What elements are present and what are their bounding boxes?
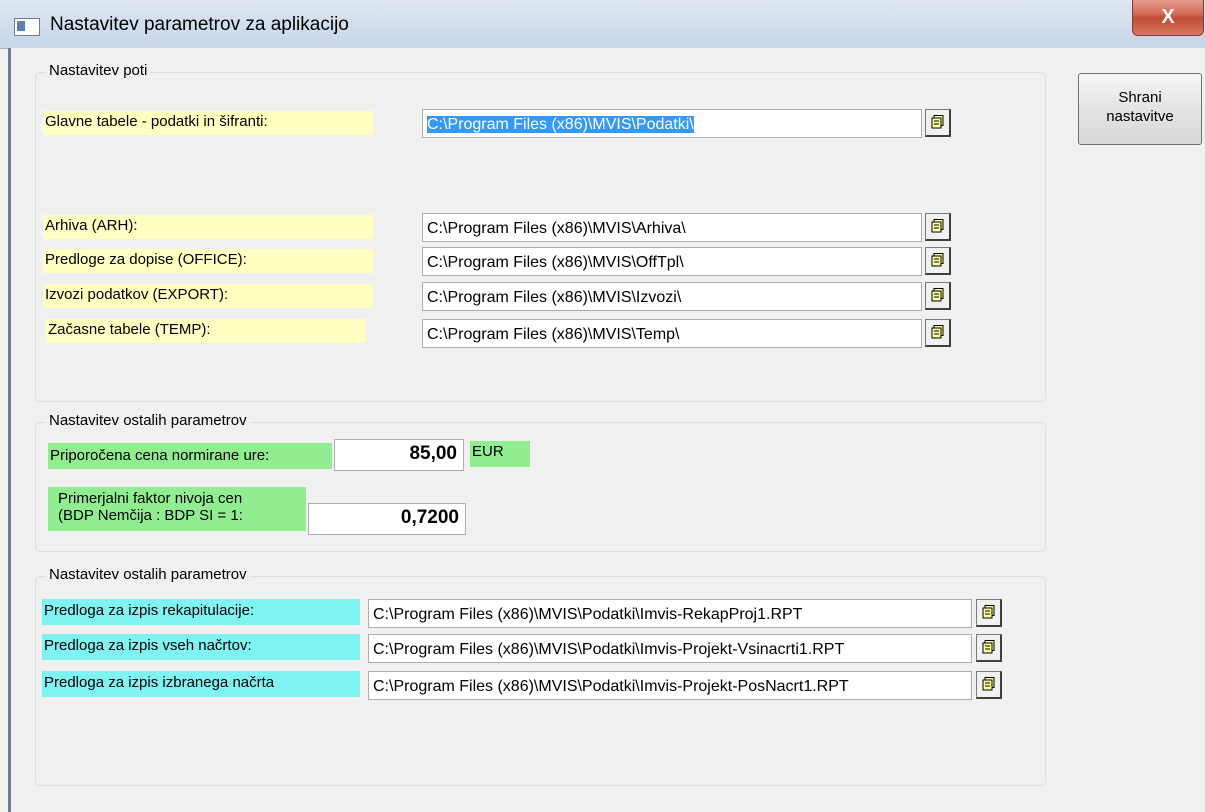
price-factor-input[interactable]: 0,7200 (308, 503, 466, 535)
folder-browse-icon (931, 288, 944, 302)
app-window-icon (14, 18, 40, 36)
export-label: Izvozi podatkov (EXPORT): (43, 284, 373, 308)
recap-template-path-input[interactable]: C:\Program Files (x86)\MVIS\Podatki\Imvi… (368, 599, 972, 628)
archive-label: Arhiva (ARH): (43, 215, 373, 239)
price-label: Priporočena cena normirane ure: (48, 443, 332, 469)
save-settings-button[interactable]: Shrani nastavitve (1078, 73, 1202, 145)
paths-group: Nastavitev poti Glavne tabele - podatki … (35, 62, 1046, 402)
folder-browse-icon (982, 640, 995, 654)
price-factor-label-line2: (BDP Nemčija : BDP SI = 1: (58, 507, 243, 524)
save-button-label-line2: nastavitve (1106, 108, 1174, 125)
all-drafts-template-browse-button[interactable] (976, 634, 1002, 662)
folder-browse-icon (931, 325, 944, 339)
recap-template-label: Predloga za izpis rekapitulacije: (42, 599, 360, 625)
price-unit-label: EUR (470, 441, 530, 467)
office-templates-browse-button[interactable] (925, 247, 951, 275)
reports-group-legend: Nastavitev ostalih parametrov (46, 566, 250, 583)
main-tables-label: Glavne tabele - podatki in šifranti: (43, 111, 373, 135)
selected-draft-template-browse-button[interactable] (976, 671, 1002, 699)
folder-browse-icon (982, 677, 995, 691)
selected-draft-template-label: Predloga za izpis izbranega načrta (42, 671, 360, 697)
temp-browse-button[interactable] (925, 319, 951, 347)
office-templates-path-input[interactable]: C:\Program Files (x86)\MVIS\OffTpl\ (422, 247, 922, 276)
folder-browse-icon (982, 605, 995, 619)
folder-browse-icon (931, 253, 944, 267)
archive-path-input[interactable]: C:\Program Files (x86)\MVIS\Arhiva\ (422, 213, 922, 242)
folder-browse-icon (931, 219, 944, 233)
main-tables-path-input[interactable]: C:\Program Files (x86)\MVIS\Podatki\ (422, 109, 922, 138)
window-title: Nastavitev parametrov za aplikacijo (50, 14, 349, 35)
main-tables-browse-button[interactable] (925, 109, 951, 137)
folder-browse-icon (931, 115, 944, 129)
reports-group: Nastavitev ostalih parametrov Predloga z… (35, 566, 1046, 786)
selected-draft-template-path-input[interactable]: C:\Program Files (x86)\MVIS\Podatki\Imvi… (368, 671, 972, 700)
dialog-client-area: Nastavitev poti Glavne tabele - podatki … (8, 48, 1205, 812)
close-icon: X (1161, 6, 1175, 28)
temp-path-input[interactable]: C:\Program Files (x86)\MVIS\Temp\ (422, 319, 922, 348)
price-input[interactable]: 85,00 (334, 439, 464, 471)
paths-group-legend: Nastavitev poti (46, 62, 151, 79)
title-bar: Nastavitev parametrov za aplikacijo X (0, 0, 1205, 49)
price-factor-label: Primerjalni faktor nivoja cen (BDP Nemči… (48, 487, 306, 531)
save-button-label-line1: Shrani (1118, 89, 1162, 106)
params-group: Nastavitev ostalih parametrov Priporočen… (35, 412, 1046, 552)
all-drafts-template-path-input[interactable]: C:\Program Files (x86)\MVIS\Podatki\Imvi… (368, 634, 972, 663)
archive-browse-button[interactable] (925, 213, 951, 241)
all-drafts-template-label: Predloga za izpis vseh načrtov: (42, 634, 360, 660)
export-browse-button[interactable] (925, 282, 951, 310)
recap-template-browse-button[interactable] (976, 599, 1002, 627)
close-button[interactable]: X (1132, 0, 1204, 36)
temp-label: Začasne tabele (TEMP): (46, 319, 366, 343)
price-factor-label-line1: Primerjalni faktor nivoja cen (58, 490, 243, 507)
params-group-legend: Nastavitev ostalih parametrov (46, 412, 250, 429)
office-templates-label: Predloge za dopise (OFFICE): (43, 249, 373, 273)
export-path-input[interactable]: C:\Program Files (x86)\MVIS\Izvozi\ (422, 282, 922, 311)
